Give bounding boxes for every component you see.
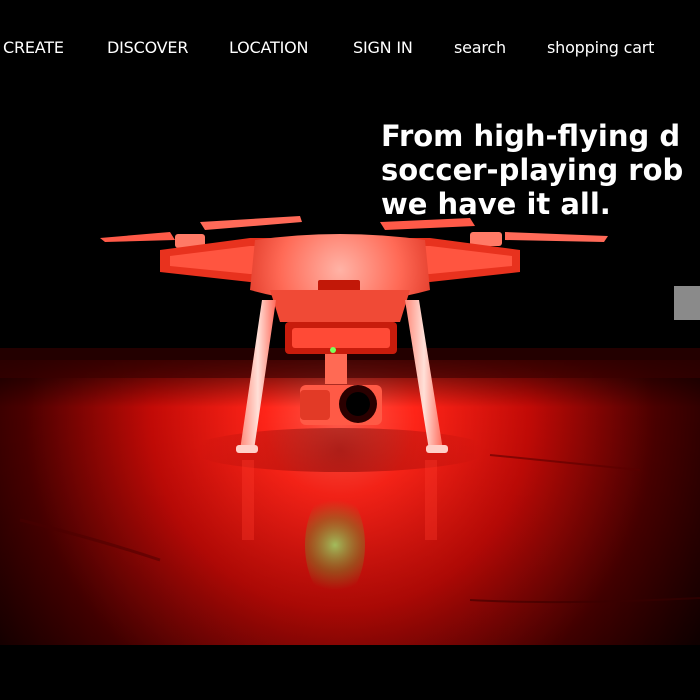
nav-create-link[interactable]: CREATE (3, 38, 64, 58)
hero-section (0, 0, 700, 645)
nav-location-link[interactable]: LOCATION (229, 38, 308, 58)
hero-headline-line-2: soccer-playing rob (381, 153, 684, 187)
top-navigation: CREATE DISCOVER LOCATION SIGN IN search … (0, 0, 700, 96)
page: CREATE DISCOVER LOCATION SIGN IN search … (0, 0, 700, 700)
hero-image (0, 0, 700, 645)
nav-search-link[interactable]: search (454, 38, 506, 58)
nav-shopping-cart-link[interactable]: shopping cart (547, 38, 654, 58)
bottom-band (0, 645, 700, 700)
hero-headline-line-1: From high-flying d (381, 119, 681, 153)
hero-headline-line-3: we have it all. (381, 187, 611, 221)
hero-cta-button[interactable] (674, 286, 700, 320)
nav-discover-link[interactable]: DISCOVER (107, 38, 188, 58)
nav-sign-in-link[interactable]: SIGN IN (353, 38, 413, 58)
hero-headline: From high-flying d soccer-playing rob we… (381, 119, 700, 221)
